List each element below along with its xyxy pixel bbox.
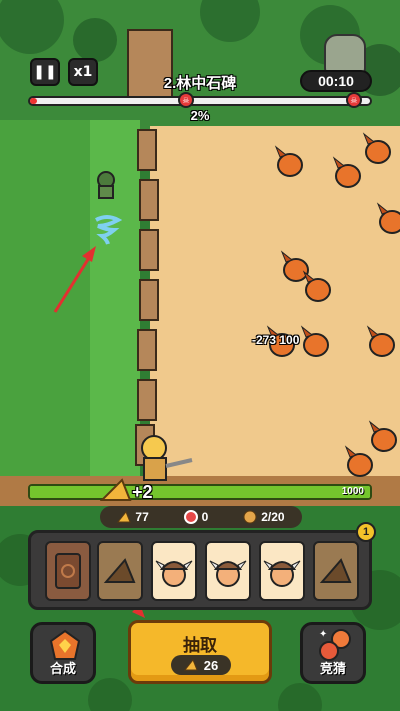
draw-label: 抽取 [183,636,217,655]
card-slot-cheese[interactable] [97,541,143,601]
cheese-count: 77 [135,510,149,524]
demon-enemy [302,270,331,302]
viking-card-icon [263,560,301,587]
tray-badge: 1 [356,522,376,542]
base-hp-value: 1000 [341,486,364,497]
population-count: 2/20 [261,510,285,524]
demon-enemy [368,420,397,452]
card-slot-viking[interactable] [151,541,197,601]
draw-cost: 26 [171,655,231,675]
resource-bar: 77 0 2/20 [100,506,302,528]
merge-button[interactable]: 合成 [30,622,96,684]
demon-enemy [280,250,309,282]
viking-card-icon [209,560,247,587]
svg-text:✦: ✦ [319,629,327,640]
card-slot-viking[interactable] [205,541,251,601]
cheese-card-icon [103,558,136,583]
demon-enemy [344,445,373,477]
base-hp-fill [30,486,370,498]
demon-enemy [300,325,329,357]
card-tray [28,530,372,610]
guess-button[interactable]: ✦ 竞猜 [300,622,366,684]
crystal-resource: 0 [183,510,209,524]
rune-card-icon [55,553,81,589]
crystal-icon [183,510,198,524]
damage-number: -273 100 [252,333,300,347]
demon-enemy [376,202,400,234]
cheese-resource: 77 [117,510,149,524]
cheese-icon [100,478,132,501]
demon-enemy [332,156,361,188]
crystal-count: 0 [201,510,209,524]
merge-label: 合成 [49,661,76,676]
cheese-icon [117,511,132,523]
cheese-gain-text: +2 [132,482,153,502]
demon-enemy [362,132,391,164]
cheese-icon [183,659,198,671]
draw-button[interactable]: 抽取 26 [128,620,272,684]
draw-cost-value: 26 [203,657,219,673]
population-resource: 2/20 [243,510,285,524]
viking-card-icon [155,560,193,587]
card-slot-viking[interactable] [259,541,305,601]
card-slot-trap[interactable] [45,541,91,601]
demon-enemy [366,325,395,357]
hero-unit[interactable] [128,430,198,490]
cheese-card-icon [319,558,352,583]
demon-enemy [274,145,303,177]
base-hp-bar: 1000 [28,484,372,500]
guess-label: 竞猜 [319,661,346,676]
card-slot-cheese[interactable] [313,541,359,601]
population-icon [243,510,257,524]
